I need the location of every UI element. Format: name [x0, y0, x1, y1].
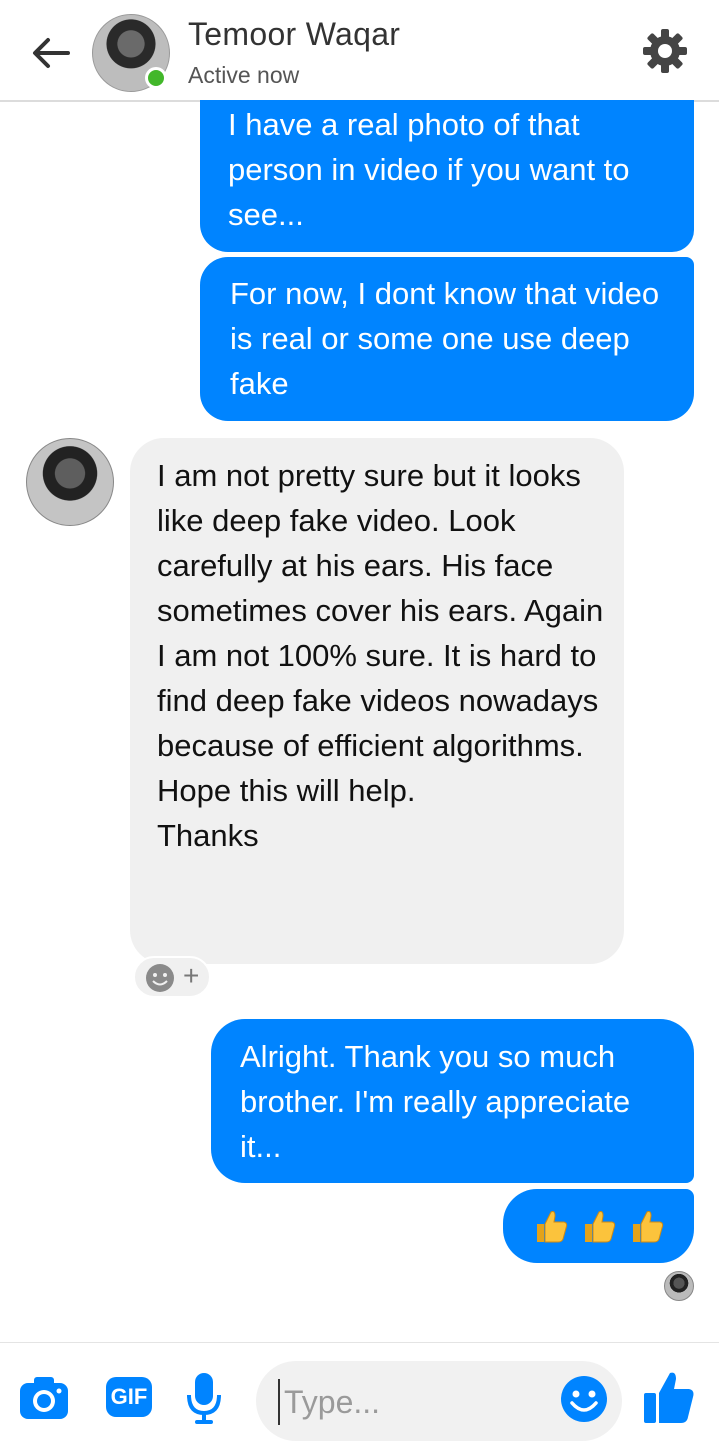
add-reaction-button[interactable]: +: [133, 956, 211, 998]
outgoing-emoji-message[interactable]: [503, 1189, 694, 1263]
camera-icon[interactable]: [18, 1375, 70, 1421]
plus-icon: +: [183, 960, 200, 991]
microphone-icon[interactable]: [186, 1371, 222, 1425]
thumbs-up-emoji-icon: [632, 1211, 663, 1243]
outgoing-message[interactable]: For now, I dont know that video is real …: [200, 257, 694, 421]
thumbs-up-emoji-icon: [584, 1211, 615, 1243]
gear-icon[interactable]: [640, 26, 690, 76]
outgoing-message[interactable]: I have a real photo of that person in vi…: [200, 100, 694, 252]
message-composer: GIF: [0, 1342, 719, 1441]
like-icon[interactable]: [642, 1369, 696, 1425]
message-input-container: [256, 1361, 622, 1441]
online-status-indicator: [145, 67, 167, 89]
seen-receipt-avatar: [664, 1271, 694, 1301]
active-status: Active now: [188, 62, 300, 88]
emoji-icon[interactable]: [560, 1375, 608, 1423]
back-arrow-icon[interactable]: [28, 30, 74, 76]
gif-button[interactable]: GIF: [106, 1377, 152, 1417]
incoming-message[interactable]: I am not pretty sure but it looks like d…: [130, 438, 624, 964]
contact-name[interactable]: Temoor Waqar: [188, 16, 400, 53]
outgoing-message[interactable]: Alright. Thank you so much brother. I'm …: [211, 1019, 694, 1183]
sender-avatar[interactable]: [26, 438, 114, 526]
smiley-icon: [146, 964, 174, 992]
thumbs-up-emoji-icon: [536, 1211, 567, 1243]
conversation-header: Temoor Waqar Active now: [0, 0, 719, 102]
message-input[interactable]: [278, 1379, 546, 1425]
